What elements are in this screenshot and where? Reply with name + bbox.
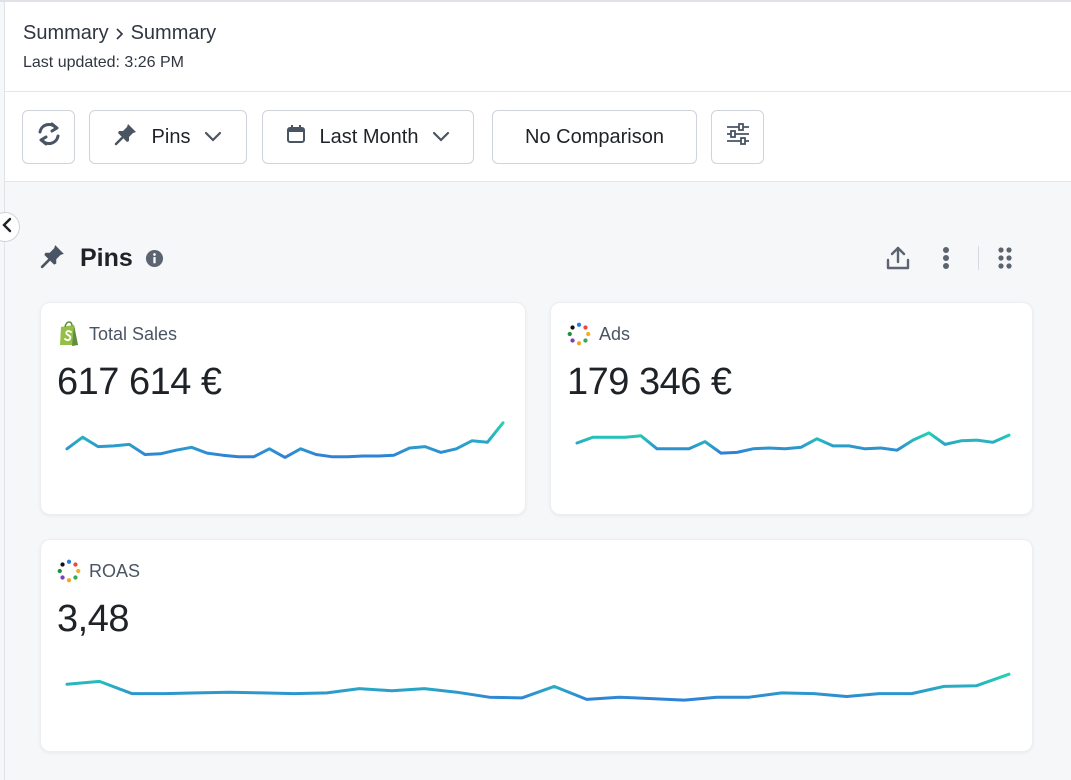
last-updated: Last updated: 3:26 PM bbox=[23, 54, 184, 71]
more-vertical-icon[interactable] bbox=[942, 246, 950, 270]
chevron-down-icon bbox=[204, 126, 222, 149]
pins-label: Pins bbox=[151, 125, 191, 148]
breadcrumb: Summary Summary bbox=[23, 22, 216, 45]
divider bbox=[978, 246, 979, 270]
calendar-icon bbox=[286, 124, 306, 150]
collapse-sidebar-button[interactable] bbox=[0, 212, 20, 242]
info-icon[interactable] bbox=[145, 249, 164, 268]
date-range-dropdown[interactable]: Last Month bbox=[262, 110, 474, 164]
sliders-icon bbox=[725, 123, 751, 151]
chevron-down-icon bbox=[432, 126, 450, 149]
chevron-right-icon bbox=[115, 27, 125, 41]
ads-dots-icon bbox=[57, 558, 81, 584]
section-actions bbox=[884, 240, 1013, 276]
page-header: Summary Summary Last updated: 3:26 PM bbox=[5, 2, 1071, 92]
breadcrumb-current: Summary bbox=[130, 22, 217, 44]
chevron-left-icon bbox=[2, 217, 12, 238]
card-title: Ads bbox=[599, 323, 631, 344]
section-header: Pins bbox=[40, 240, 164, 276]
pin-icon bbox=[114, 122, 138, 152]
shopify-icon bbox=[57, 321, 81, 347]
card-value: 617 614 € bbox=[57, 361, 222, 403]
pin-icon bbox=[40, 243, 66, 274]
sparkline-path bbox=[65, 672, 1011, 702]
breadcrumb-root[interactable]: Summary bbox=[23, 22, 109, 45]
sparkline-roas bbox=[65, 672, 1011, 702]
sparkline-total-sales bbox=[65, 421, 505, 459]
sparkline-ads bbox=[575, 431, 1011, 455]
card-value: 179 346 € bbox=[567, 361, 732, 403]
card-title: Total Sales bbox=[89, 323, 178, 344]
metric-card-ads[interactable]: Ads 179 346 € bbox=[550, 302, 1033, 515]
card-title: ROAS bbox=[89, 560, 141, 581]
metric-card-roas[interactable]: ROAS 3,48 bbox=[40, 539, 1033, 752]
settings-button[interactable] bbox=[711, 110, 764, 164]
pins-dropdown[interactable]: Pins bbox=[89, 110, 247, 164]
card-value: 3,48 bbox=[57, 598, 129, 640]
upload-icon[interactable] bbox=[884, 244, 912, 272]
refresh-button[interactable] bbox=[22, 110, 75, 164]
toolbar: Pins Last Month No Comparison bbox=[5, 92, 1071, 182]
ads-dots-icon bbox=[567, 321, 591, 347]
section-title: Pins bbox=[80, 243, 133, 272]
refresh-icon bbox=[35, 120, 63, 154]
comparison-dropdown[interactable]: No Comparison bbox=[492, 110, 697, 164]
sparkline-path bbox=[65, 421, 505, 459]
metric-card-total-sales[interactable]: Total Sales 617 614 € bbox=[40, 302, 526, 515]
drag-grid-icon[interactable] bbox=[997, 246, 1013, 270]
sparkline-path bbox=[575, 431, 1011, 455]
comparison-label: No Comparison bbox=[525, 125, 664, 148]
date-range-label: Last Month bbox=[319, 125, 419, 148]
